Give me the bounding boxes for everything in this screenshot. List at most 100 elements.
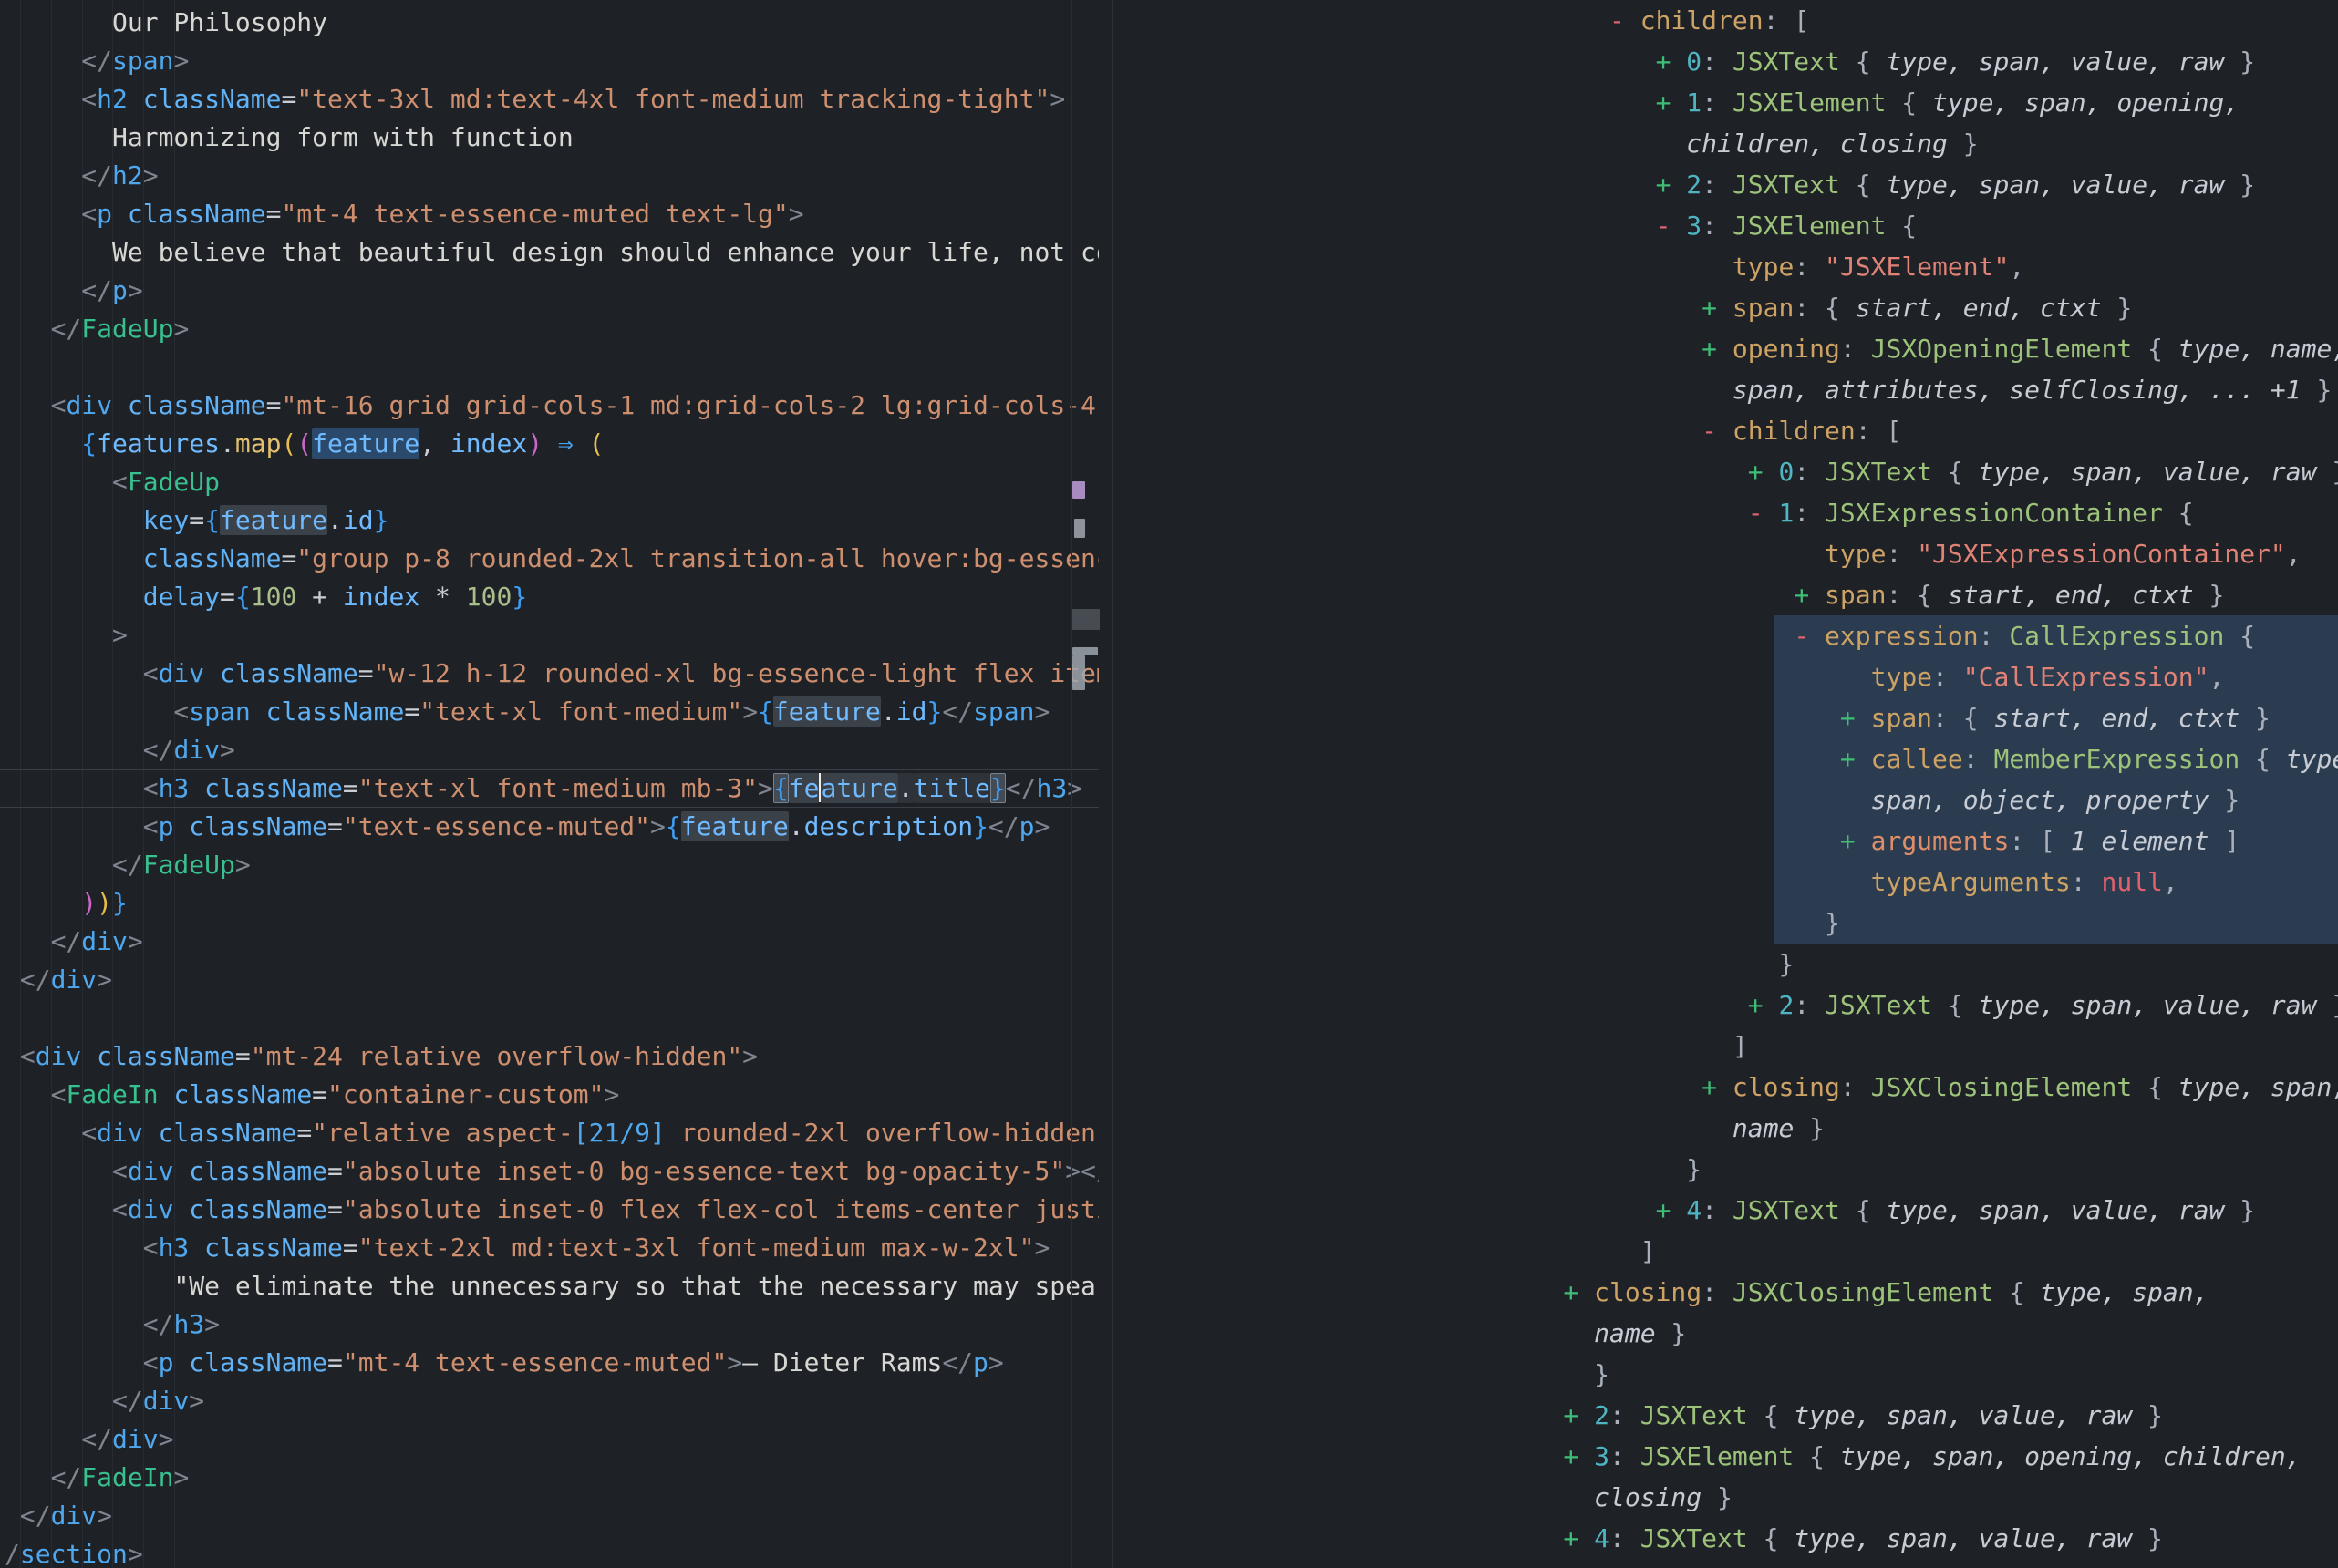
ast-row[interactable]: + 2: JSXText { type, span, value, raw }: [1113, 1395, 2338, 1436]
code-line[interactable]: <div className="absolute inset-0 bg-esse…: [0, 1152, 1099, 1191]
code-line[interactable]: <div className="relative aspect-[21/9] r…: [0, 1114, 1099, 1152]
code-line[interactable]: </div>: [0, 961, 1099, 999]
code-line[interactable]: </div>: [0, 731, 1099, 769]
ast-row[interactable]: + span: { start, end, ctxt }: [1113, 287, 2338, 328]
expand-toggle-icon[interactable]: +: [1748, 990, 1779, 1020]
code-line[interactable]: <span className="text-xl font-medium">{f…: [0, 693, 1099, 731]
ast-row[interactable]: + 2: JSXText { type, span, value, raw }: [1113, 985, 2338, 1026]
ast-row[interactable]: + 3: JSXElement { type, span, opening, c…: [1113, 1436, 2338, 1477]
ast-row[interactable]: + 0: JSXText { type, span, value, raw }: [1113, 41, 2338, 82]
code-line[interactable]: <h3 className="text-2xl md:text-3xl font…: [0, 1229, 1099, 1267]
ast-row[interactable]: + callee: MemberExpression { type,: [1113, 738, 2338, 779]
ast-row[interactable]: ]: [1113, 1231, 2338, 1272]
code-line[interactable]: Harmonizing form with function: [0, 119, 1099, 157]
expand-toggle-icon[interactable]: +: [1840, 744, 1871, 774]
code-line[interactable]: </FadeIn>: [0, 1459, 1099, 1497]
expand-toggle-icon[interactable]: +: [1563, 1523, 1594, 1553]
collapse-toggle-icon[interactable]: -: [1656, 211, 1687, 241]
code-line[interactable]: [0, 348, 1099, 387]
expand-toggle-icon[interactable]: +: [1840, 826, 1871, 856]
ast-row[interactable]: + 4: JSXText { type, span, value, raw }: [1113, 1190, 2338, 1231]
ast-row[interactable]: children, closing }: [1113, 123, 2338, 164]
ast-row[interactable]: }: [1113, 944, 2338, 985]
collapse-toggle-icon[interactable]: -: [1748, 498, 1779, 528]
expand-toggle-icon[interactable]: +: [1702, 334, 1733, 364]
expand-toggle-icon[interactable]: +: [1748, 457, 1779, 487]
code-line[interactable]: <p className="mt-4 text-essence-muted te…: [0, 195, 1099, 233]
collapse-toggle-icon[interactable]: -: [1609, 5, 1640, 36]
code-line[interactable]: <div className="mt-16 grid grid-cols-1 m…: [0, 387, 1099, 425]
code-line[interactable]: /section>: [0, 1535, 1099, 1568]
ast-row[interactable]: + 0: JSXText { type, span, value, raw }: [1113, 451, 2338, 492]
expand-toggle-icon[interactable]: +: [1656, 1195, 1687, 1225]
ast-row[interactable]: closing }: [1113, 1477, 2338, 1518]
ast-row[interactable]: - expression: CallExpression {: [1113, 615, 2338, 656]
expand-toggle-icon[interactable]: +: [1702, 293, 1733, 323]
ast-row[interactable]: type: "JSXExpressionContainer",: [1113, 533, 2338, 574]
ast-row[interactable]: }: [1113, 1149, 2338, 1190]
collapse-toggle-icon[interactable]: -: [1702, 416, 1733, 446]
expand-toggle-icon[interactable]: +: [1563, 1441, 1594, 1471]
ast-row[interactable]: span, attributes, selfClosing, ... +1 }: [1113, 369, 2338, 410]
code-line[interactable]: <p className="text-essence-muted">{featu…: [0, 808, 1099, 846]
ast-row[interactable]: + 1: JSXElement { type, span, opening,: [1113, 82, 2338, 123]
code-line[interactable]: </h3>: [0, 1305, 1099, 1344]
code-line[interactable]: <FadeUp: [0, 463, 1099, 501]
ast-row[interactable]: ]: [1113, 1026, 2338, 1067]
ast-row[interactable]: + 2: JSXText { type, span, value, raw }: [1113, 164, 2338, 205]
code-line[interactable]: <FadeIn className="container-custom">: [0, 1076, 1099, 1114]
code-line[interactable]: "We eliminate the unnecessary so that th…: [0, 1267, 1099, 1305]
code-line[interactable]: [0, 999, 1099, 1037]
expand-toggle-icon[interactable]: +: [1794, 580, 1825, 610]
code-line[interactable]: ))}: [0, 884, 1099, 923]
ast-row[interactable]: type: "CallExpression",: [1113, 656, 2338, 697]
code-line[interactable]: </p>: [0, 272, 1099, 310]
ast-row[interactable]: + 4: JSXText { type, span, value, raw }: [1113, 1518, 2338, 1559]
code-line[interactable]: </span>: [0, 42, 1099, 80]
code-line[interactable]: </div>: [0, 923, 1099, 961]
ast-row[interactable]: - children: [: [1113, 0, 2338, 41]
code-line[interactable]: className="group p-8 rounded-2xl transit…: [0, 540, 1099, 578]
ast-row[interactable]: span, object, property }: [1113, 779, 2338, 820]
ast-row[interactable]: }: [1113, 903, 2338, 944]
expand-toggle-icon[interactable]: +: [1656, 46, 1687, 77]
code-line[interactable]: </div>: [0, 1497, 1099, 1535]
code-line[interactable]: Our Philosophy: [0, 4, 1099, 42]
ast-row[interactable]: type: "JSXElement",: [1113, 246, 2338, 287]
expand-toggle-icon[interactable]: +: [1563, 1400, 1594, 1430]
code-line[interactable]: </div>: [0, 1420, 1099, 1459]
code-line[interactable]: <h2 className="text-3xl md:text-4xl font…: [0, 80, 1099, 119]
expand-toggle-icon[interactable]: +: [1656, 170, 1687, 200]
current-code-line[interactable]: <h3 className="text-xl font-medium mb-3"…: [0, 769, 1099, 808]
ast-row[interactable]: name }: [1113, 1108, 2338, 1149]
code-editor-pane[interactable]: Our Philosophy </span> <h2 className="te…: [0, 0, 1099, 1568]
code-line[interactable]: <p className="mt-4 text-essence-muted">—…: [0, 1344, 1099, 1382]
code-line[interactable]: <div className="w-12 h-12 rounded-xl bg-…: [0, 655, 1099, 693]
ast-row[interactable]: + arguments: [ 1 element ]: [1113, 820, 2338, 861]
overview-ruler[interactable]: [1071, 0, 1072, 1568]
expand-toggle-icon[interactable]: +: [1563, 1277, 1594, 1307]
expand-toggle-icon[interactable]: +: [1702, 1072, 1733, 1102]
expand-toggle-icon[interactable]: +: [1656, 88, 1687, 118]
ast-row[interactable]: typeArguments: null,: [1113, 861, 2338, 903]
ast-row[interactable]: - 3: JSXElement {: [1113, 205, 2338, 246]
code-line[interactable]: </div>: [0, 1382, 1099, 1420]
code-line[interactable]: </FadeUp>: [0, 846, 1099, 884]
ast-row[interactable]: + span: { start, end, ctxt }: [1113, 574, 2338, 615]
ast-row[interactable]: - 1: JSXExpressionContainer {: [1113, 492, 2338, 533]
expand-toggle-icon[interactable]: +: [1840, 703, 1871, 733]
code-line[interactable]: </FadeUp>: [0, 310, 1099, 348]
ast-row[interactable]: + span: { start, end, ctxt }: [1113, 697, 2338, 738]
ast-row[interactable]: }: [1113, 1354, 2338, 1395]
code-line[interactable]: <div className="absolute inset-0 flex fl…: [0, 1191, 1099, 1229]
code-line[interactable]: </h2>: [0, 157, 1099, 195]
code-line[interactable]: key={feature.id}: [0, 501, 1099, 540]
ast-row[interactable]: + closing: JSXClosingElement { type, spa…: [1113, 1272, 2338, 1313]
ast-row[interactable]: + opening: JSXOpeningElement { type, nam…: [1113, 328, 2338, 369]
ast-row[interactable]: name }: [1113, 1313, 2338, 1354]
ast-row[interactable]: + closing: JSXClosingElement { type, spa…: [1113, 1067, 2338, 1108]
code-line[interactable]: >: [0, 616, 1099, 655]
ast-tree-pane[interactable]: - children: [+ 0: JSXText { type, span, …: [1113, 0, 2338, 1568]
code-line[interactable]: We believe that beautiful design should …: [0, 233, 1099, 272]
ast-row[interactable]: - children: [: [1113, 410, 2338, 451]
